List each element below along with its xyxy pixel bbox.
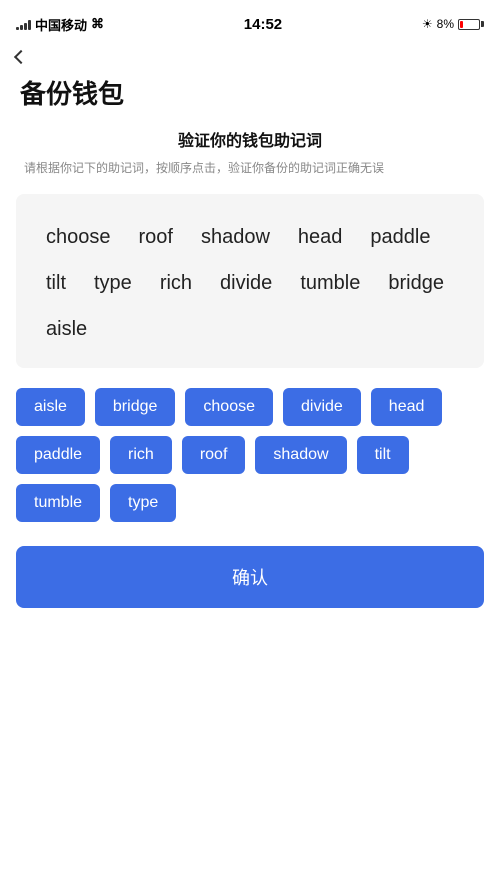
word-button[interactable]: shadow [255, 436, 346, 474]
section-title: 验证你的钱包助记词 [0, 127, 500, 151]
signal-icon [16, 18, 31, 30]
word-button[interactable]: divide [283, 388, 361, 426]
word-buttons-section: aisle bridge choose divide head paddle richroo… [0, 368, 500, 534]
status-bar: 中国移动 ⌘ 14:52 ☀ 8% [0, 0, 500, 44]
brightness-icon: ☀ [422, 17, 433, 31]
word-button[interactable]: aisle [16, 388, 85, 426]
display-word: tilt [32, 260, 80, 306]
back-button[interactable] [0, 44, 500, 70]
word-button[interactable]: bridge [95, 388, 175, 426]
word-button[interactable]: roof [182, 436, 246, 474]
display-word: divide [206, 260, 286, 306]
wifi-icon: ⌘ [91, 16, 104, 32]
word-button[interactable]: tumble [16, 484, 100, 522]
section-desc: 请根据你记下的助记词，按顺序点击，验证你备份的助记词正确无误 [0, 159, 500, 178]
battery-area: ☀ 8% [422, 17, 484, 31]
word-button[interactable]: rich [110, 436, 172, 474]
display-word: head [284, 214, 357, 260]
carrier-label: 中国移动 [35, 15, 87, 34]
back-arrow-icon [14, 50, 28, 64]
battery-percent: 8% [437, 17, 454, 31]
display-word: choose [32, 214, 125, 260]
carrier-signal: 中国移动 ⌘ [16, 15, 104, 34]
display-word: roof [125, 214, 187, 260]
word-button[interactable]: paddle [16, 436, 100, 474]
display-word: type [80, 260, 146, 306]
display-word: shadow [187, 214, 284, 260]
confirm-button[interactable]: 确认 [16, 546, 484, 608]
display-word: paddle [356, 214, 444, 260]
word-button[interactable]: tilt [357, 436, 409, 474]
battery-icon [458, 19, 484, 30]
page-title: 备份钱包 [0, 70, 500, 127]
confirm-section: 确认 [0, 534, 500, 628]
display-word: aisle [32, 306, 101, 352]
word-button[interactable]: choose [185, 388, 273, 426]
word-buttons-grid: aisle bridge choose divide head paddle richroo… [16, 388, 484, 522]
word-display-box: chooseroofshadowheadpaddle tilttyperichdi… [16, 194, 484, 368]
display-word: rich [146, 260, 206, 306]
display-word: tumble [286, 260, 374, 306]
time-display: 14:52 [244, 16, 282, 33]
display-word: bridge [374, 260, 458, 306]
word-button[interactable]: type [110, 484, 176, 522]
word-button[interactable]: head [371, 388, 443, 426]
